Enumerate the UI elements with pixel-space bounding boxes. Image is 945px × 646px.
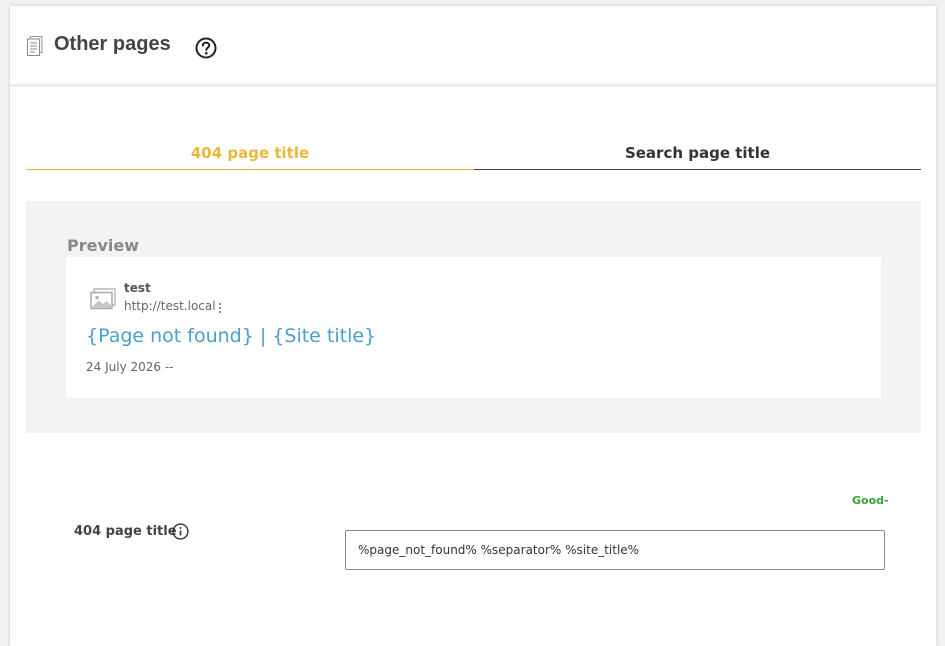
help-circle-icon[interactable] [195,37,217,59]
section-header: Other pages [10,6,936,87]
image-placeholder-icon [90,288,116,310]
preview-label: Preview [67,236,140,255]
info-icon[interactable] [172,523,189,540]
preview-site-name: test [124,281,151,295]
tab-search-page-title[interactable]: Search page title [474,136,921,170]
settings-card: Other pages 404 page title Search page t… [10,6,936,646]
status-badge: Good- [852,494,889,507]
preview-date: 24 July 2026 -- [86,360,174,374]
preview-site-url: http://test.local [124,299,216,313]
field-label-404-page-title: 404 page title [74,524,177,539]
document-icon [27,36,43,56]
search-result-preview: test http://test.local {Page not found} … [66,257,881,398]
title-tabs: 404 page title Search page title [26,136,921,171]
404-page-title-input[interactable] [345,530,885,570]
tab-404-page-title[interactable]: 404 page title [26,136,474,170]
more-vertical-icon[interactable] [218,302,222,314]
preview-result-title[interactable]: {Page not found} | {Site title} [86,325,376,347]
preview-panel: Preview test http://test.local {Page not… [26,201,921,433]
page-title: Other pages [54,33,171,55]
